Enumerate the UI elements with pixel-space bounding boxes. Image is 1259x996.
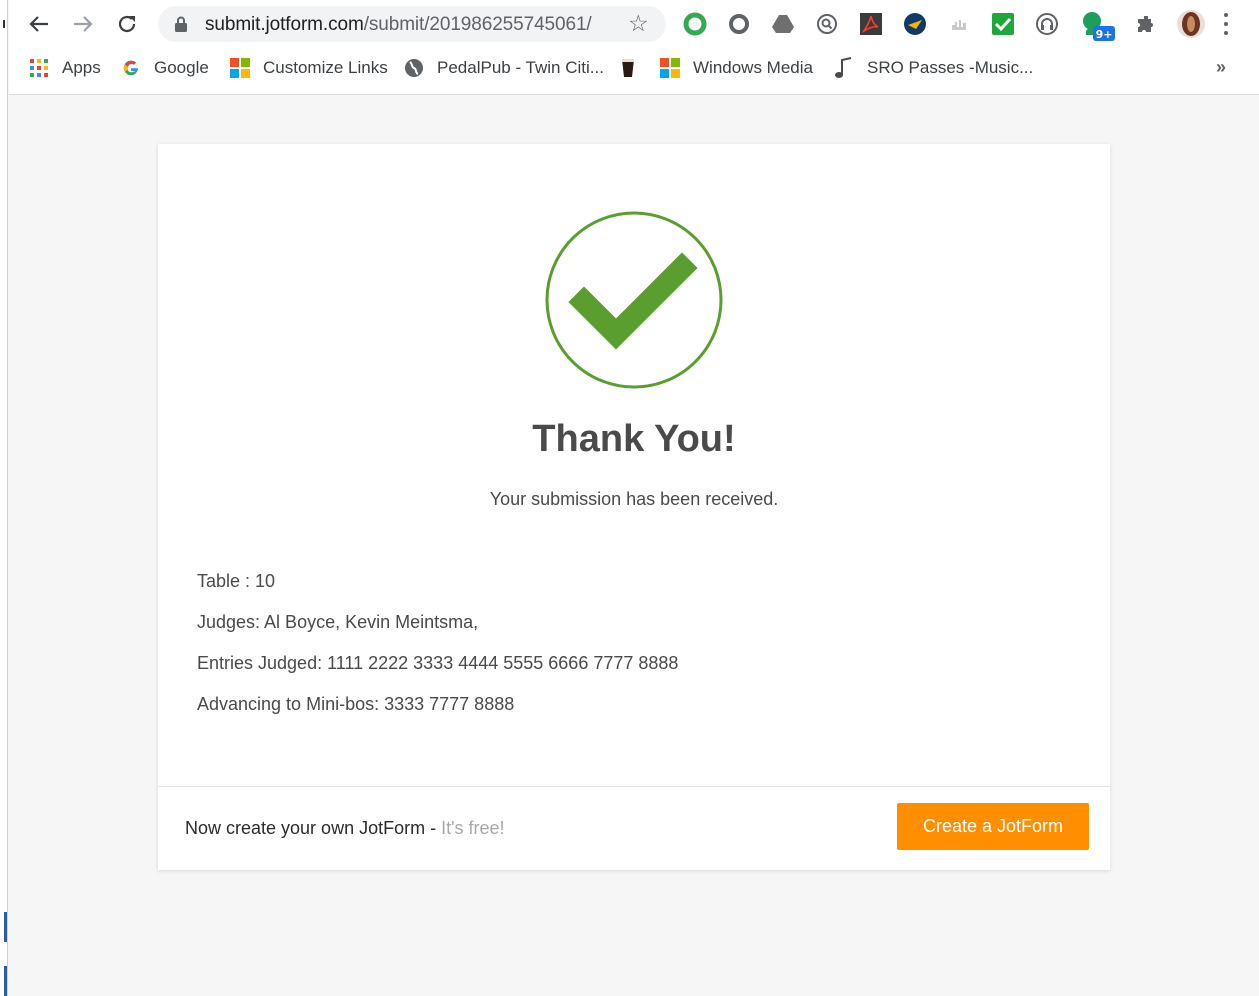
google-drive-icon[interactable] (770, 11, 796, 37)
free-note: It's free! (441, 818, 505, 838)
bookmark-pint[interactable] (618, 56, 638, 80)
page-title: Thank You! (532, 418, 736, 460)
pint-glass-icon (618, 58, 638, 78)
music-note-icon (834, 57, 854, 78)
profile-avatar-icon[interactable] (1176, 9, 1206, 39)
adobe-acrobat-icon[interactable] (858, 11, 884, 37)
bookmarks-bar: Apps Google Customize Links PedalPub - T… (9, 50, 1259, 86)
puzzle-piece-icon[interactable] (1134, 11, 1160, 37)
globe-icon (404, 58, 424, 78)
extension-gray-ring-icon[interactable] (726, 11, 752, 37)
chrome-menu-icon[interactable] (1214, 10, 1238, 38)
apps-grid-icon (29, 58, 49, 78)
footer-promo: Now create your own JotForm - It's free! (185, 818, 505, 838)
browser-chrome: submit.jotform.com/submit/20198625574506… (9, 0, 1259, 95)
thank-you-card: Thank You! Your submission has been rece… (158, 144, 1110, 870)
compass-extension-icon[interactable] (902, 11, 928, 37)
bookmark-sro-passes[interactable]: SRO Passes -Music... (834, 56, 1033, 80)
detail-table: Table : 10 (197, 571, 276, 591)
bookmark-customize-links[interactable]: Customize Links (230, 56, 388, 80)
bookmark-google[interactable]: Google (121, 56, 209, 80)
create-jotform-button[interactable]: Create a JotForm (897, 803, 1089, 850)
back-arrow-icon[interactable] (24, 9, 54, 39)
submission-details: Table : 10 Judges: Al Boyce, Kevin Meint… (197, 571, 678, 735)
lock-icon (175, 16, 187, 32)
bookmark-pedalpub[interactable]: PedalPub - Twin Citi... (404, 56, 604, 80)
window-edge (0, 0, 8, 996)
url-text: submit.jotform.com/submit/20198625574506… (205, 14, 592, 35)
bookmark-apps[interactable]: Apps (29, 56, 101, 80)
detail-judges: Judges: Al Boyce, Kevin Meintsma, (197, 612, 479, 632)
extension-green-ring-icon[interactable] (682, 11, 708, 37)
footer-divider (158, 786, 1110, 787)
detail-entries-judged: Entries Judged: 1111 2222 3333 4444 5555… (197, 653, 679, 673)
microsoft-logo-icon (660, 58, 680, 78)
bookmark-star-icon[interactable]: ☆ (628, 10, 649, 37)
google-g-icon (121, 58, 141, 78)
reload-icon[interactable] (112, 9, 142, 39)
browser-toolbar: submit.jotform.com/submit/20198625574506… (9, 0, 1259, 48)
microsoft-logo-icon (230, 58, 250, 78)
submission-message: Your submission has been received. (489, 489, 779, 509)
address-bar[interactable]: submit.jotform.com/submit/20198625574506… (158, 6, 666, 42)
success-check-icon (544, 210, 724, 390)
more-bookmarks-chevron-icon[interactable]: » (1216, 57, 1226, 78)
city-skyline-icon[interactable] (946, 11, 972, 37)
headphones-icon[interactable] (1034, 11, 1060, 37)
extension-badge-icon[interactable]: 9+ (1078, 11, 1118, 41)
forward-arrow-icon[interactable] (68, 9, 98, 39)
bookmark-windows-media[interactable]: Windows Media (660, 56, 813, 80)
svg-text:9+: 9+ (1096, 28, 1113, 41)
green-checkbox-icon[interactable] (990, 11, 1016, 37)
search-extension-icon[interactable] (814, 11, 840, 37)
detail-advancing: Advancing to Mini-bos: 3333 7777 8888 (197, 694, 515, 714)
